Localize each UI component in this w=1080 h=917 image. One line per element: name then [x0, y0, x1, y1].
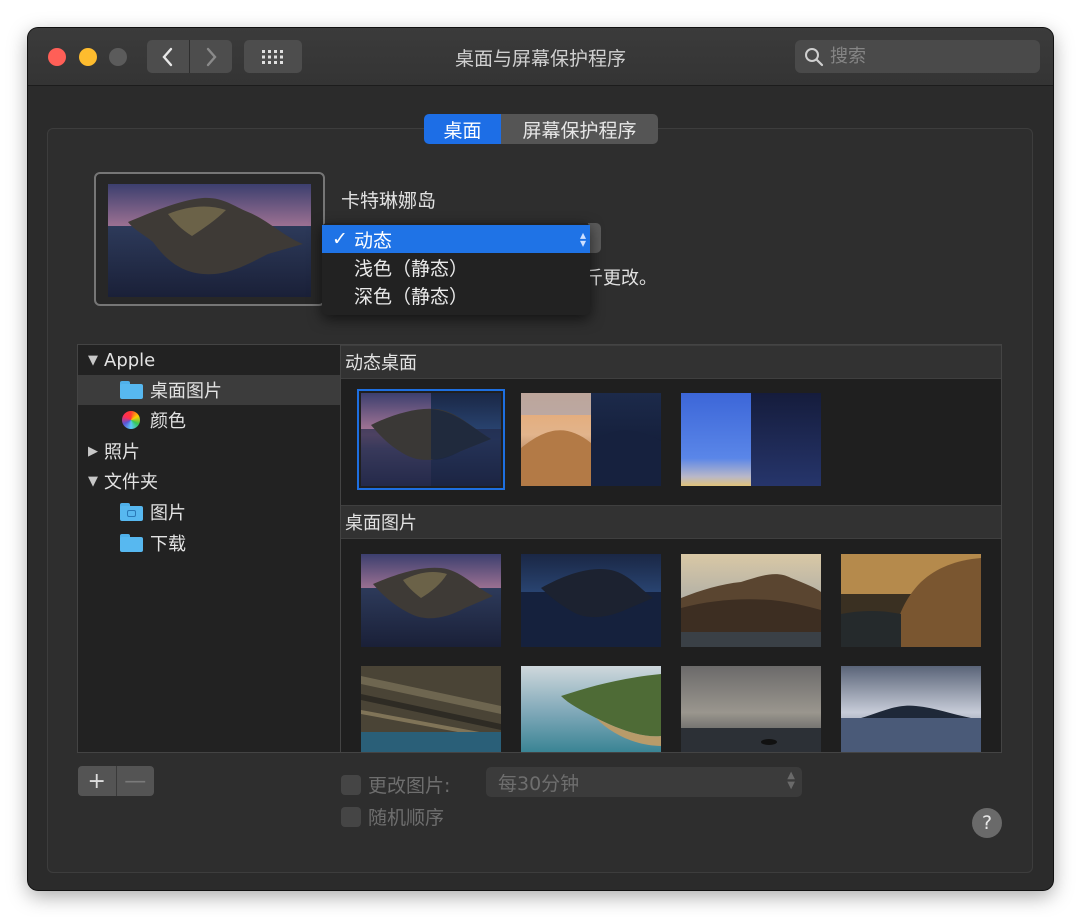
thumb-catalina-dynamic[interactable]	[357, 389, 505, 490]
sidebar-item-label: 颜色	[150, 411, 186, 432]
checkmark-icon: ✓	[332, 228, 348, 250]
tab-bar: 桌面 屏幕保护程序	[424, 114, 658, 144]
remove-folder-button[interactable]: —	[115, 766, 155, 796]
help-button[interactable]: ?	[972, 808, 1002, 838]
folder-icon	[120, 534, 143, 552]
random-order-label: 随机顺序	[368, 807, 445, 829]
thumb-catalina-rocks[interactable]	[361, 666, 501, 752]
change-picture-checkbox[interactable]	[341, 774, 361, 795]
menu-item-label: 动态	[354, 229, 393, 252]
disclosure-closed-icon[interactable]: ▶	[88, 444, 100, 459]
auto-change-note: 斤更改。	[585, 268, 657, 289]
change-interval-popup[interactable]: 每30分钟 ▲ ▼	[486, 767, 802, 797]
thumb-catalina-shore[interactable]	[521, 666, 661, 752]
source-list: ▼ Apple 桌面图片 颜色 ▶ 照片 ▼ 文件夹 图片 下载	[77, 344, 341, 753]
sidebar-group-label: 照片	[104, 442, 140, 463]
pictures-folder-icon	[120, 503, 143, 521]
sidebar-group-label: 文件夹	[104, 472, 158, 493]
search-icon	[805, 47, 824, 66]
change-picture-checkbox-row[interactable]: 更改图片:	[341, 771, 450, 798]
search-input[interactable]	[830, 46, 1020, 67]
sidebar-item-pictures[interactable]: 图片	[78, 497, 340, 527]
wallpaper-browser: 动态桌面 桌面图片	[341, 344, 1002, 753]
appearance-menu: ✓ 动态 ▴ ▾ 浅色（静态） 深色（静态）	[322, 223, 590, 315]
disclosure-open-icon[interactable]: ▼	[88, 474, 100, 489]
wallpaper-preview-image	[108, 184, 311, 297]
thumb-solar-gradients-dynamic[interactable]	[681, 393, 821, 486]
menu-item-label: 浅色（静态）	[354, 257, 469, 280]
add-remove-buttons: + —	[78, 766, 154, 796]
add-folder-button[interactable]: +	[78, 766, 116, 796]
menu-item-light-static[interactable]: 浅色（静态）	[322, 253, 590, 281]
thumb-catalina-clouds[interactable]	[681, 666, 821, 752]
sidebar-item-desktop-pictures[interactable]: 桌面图片	[78, 375, 340, 405]
preferences-window: 桌面与屏幕保护程序 桌面 屏幕保护程序 卡特琳娜岛 斤更改。 ✓ 动态 ▴▾ 浅…	[28, 28, 1053, 890]
sidebar-group-folders[interactable]: ▼ 文件夹	[78, 466, 340, 496]
tab-screen-saver[interactable]: 屏幕保护程序	[501, 114, 658, 144]
tab-desktop[interactable]: 桌面	[424, 114, 501, 144]
thumb-mojave-dynamic[interactable]	[521, 393, 661, 486]
wallpaper-preview	[94, 172, 325, 306]
change-picture-label: 更改图片:	[368, 775, 451, 797]
sidebar-group-photos[interactable]: ▶ 照片	[78, 436, 340, 466]
folder-icon	[120, 381, 143, 399]
color-wheel-icon	[122, 411, 140, 429]
thumb-catalina-coast-2[interactable]	[841, 554, 981, 647]
menu-item-label: 深色（静态）	[354, 285, 469, 308]
thumb-catalina-coast-1[interactable]	[681, 554, 821, 647]
sidebar-item-label: 图片	[150, 503, 186, 524]
sidebar-item-downloads[interactable]: 下载	[78, 528, 340, 558]
section-header-dynamic: 动态桌面	[341, 345, 1001, 379]
thumb-catalina-day[interactable]	[361, 554, 501, 647]
chevron-updown-icon: ▲ ▼	[787, 770, 795, 791]
section-header-pictures: 桌面图片	[341, 505, 1001, 539]
menu-item-dark-static[interactable]: 深色（静态）	[322, 281, 590, 309]
interval-value: 每30分钟	[498, 772, 580, 795]
sidebar-item-colors[interactable]: 颜色	[78, 405, 340, 435]
wallpaper-name: 卡特琳娜岛	[341, 190, 437, 212]
sidebar-group-apple[interactable]: ▼ Apple	[78, 345, 340, 375]
thumb-catalina-evening[interactable]	[841, 666, 981, 752]
random-order-checkbox[interactable]	[341, 806, 361, 827]
random-order-checkbox-row[interactable]: 随机顺序	[341, 803, 444, 830]
sidebar-item-label: 桌面图片	[150, 381, 222, 402]
sidebar-group-label: Apple	[104, 349, 156, 371]
sidebar-item-label: 下载	[150, 534, 186, 555]
menu-item-dynamic[interactable]: ✓ 动态 ▴ ▾	[322, 225, 590, 253]
search-field[interactable]	[795, 40, 1040, 73]
disclosure-open-icon[interactable]: ▼	[88, 353, 100, 368]
title-bar: 桌面与屏幕保护程序	[28, 28, 1053, 86]
chevron-updown-icon: ▴ ▾	[579, 228, 586, 250]
thumb-catalina-night[interactable]	[521, 554, 661, 647]
